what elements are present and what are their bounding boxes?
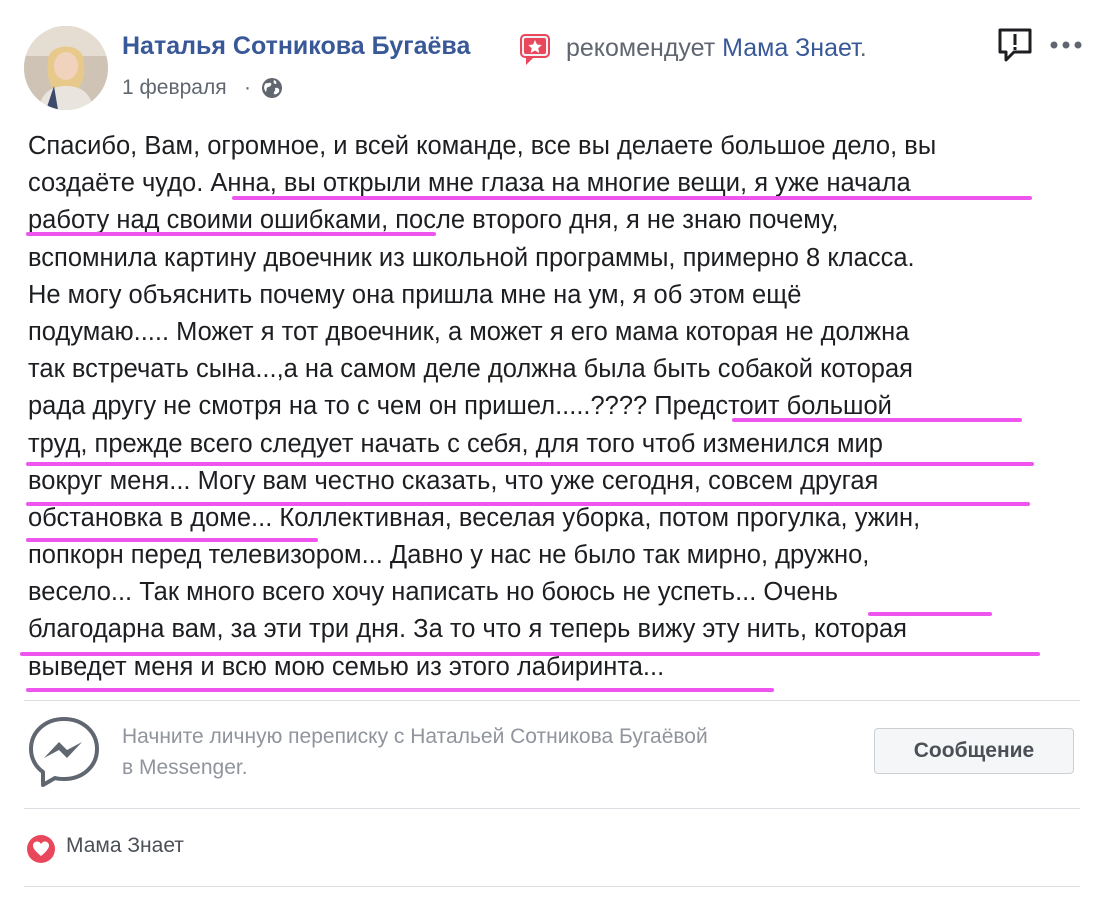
highlight-underline (732, 418, 1022, 422)
messenger-icon (29, 717, 99, 787)
globe-icon (262, 78, 282, 98)
body-line: вокруг меня... Могу вам честно сказать, … (28, 466, 879, 495)
divider (24, 886, 1080, 887)
divider (24, 700, 1080, 701)
post-body: Спасибо, Вам, огромное, и всей команде, … (28, 128, 1088, 686)
body-line: подумаю..... Может я тот двоечник, а мож… (28, 317, 910, 346)
body-line: весело... Так много всего хочу написать … (28, 578, 839, 607)
recommendation-star-icon (520, 34, 550, 65)
send-message-button[interactable]: Сообщение (874, 728, 1074, 774)
highlight-underline (26, 232, 436, 236)
messenger-prompt-line: Начните личную переписку с Натальей Сотн… (122, 725, 708, 748)
heart-icon (27, 835, 55, 863)
body-line: Спасибо, Вам, огромное, и всей команде, … (28, 132, 937, 160)
body-line: попкорн перед телевизором... Давно у нас… (28, 541, 870, 570)
messenger-prompt: Начните личную переписку с Натальей Сотн… (122, 721, 708, 783)
body-line: вспомнила картину двоечник из школьной п… (28, 243, 915, 272)
messenger-prompt-line: в Messenger. (122, 756, 248, 779)
more-options-icon[interactable] (1044, 30, 1088, 60)
highlight-underline (26, 502, 1030, 506)
highlight-underline (868, 612, 992, 616)
highlight-underline (26, 538, 318, 542)
avatar-photo (24, 26, 108, 110)
highlight-underline (26, 688, 774, 692)
recommends-text: рекомендует (566, 34, 716, 62)
highlight-underline (20, 652, 1040, 656)
body-line: труд, прежде всего следует начать с себя… (28, 429, 883, 458)
divider (24, 808, 1080, 809)
body-line: благодарна вам, за эти три дня. За то чт… (28, 615, 907, 644)
recommends-line: рекомендует Мама Знает. (566, 34, 867, 62)
page-name-link[interactable]: Мама Знает (722, 34, 860, 62)
highlight-underline (232, 196, 1032, 200)
date-separator: · (244, 76, 251, 99)
author-name[interactable]: Наталья Сотникова Бугаёва (122, 32, 470, 61)
avatar[interactable] (24, 26, 108, 110)
report-icon[interactable] (996, 26, 1034, 64)
post-date[interactable]: 1 февраля (122, 76, 227, 100)
body-line: так встречать сына...,а на самом деле до… (28, 355, 913, 384)
highlight-underline (26, 462, 1034, 466)
body-line: Не могу объяснить почему она пришла мне … (28, 280, 802, 309)
liked-page-link[interactable]: Мама Знает (66, 834, 184, 858)
